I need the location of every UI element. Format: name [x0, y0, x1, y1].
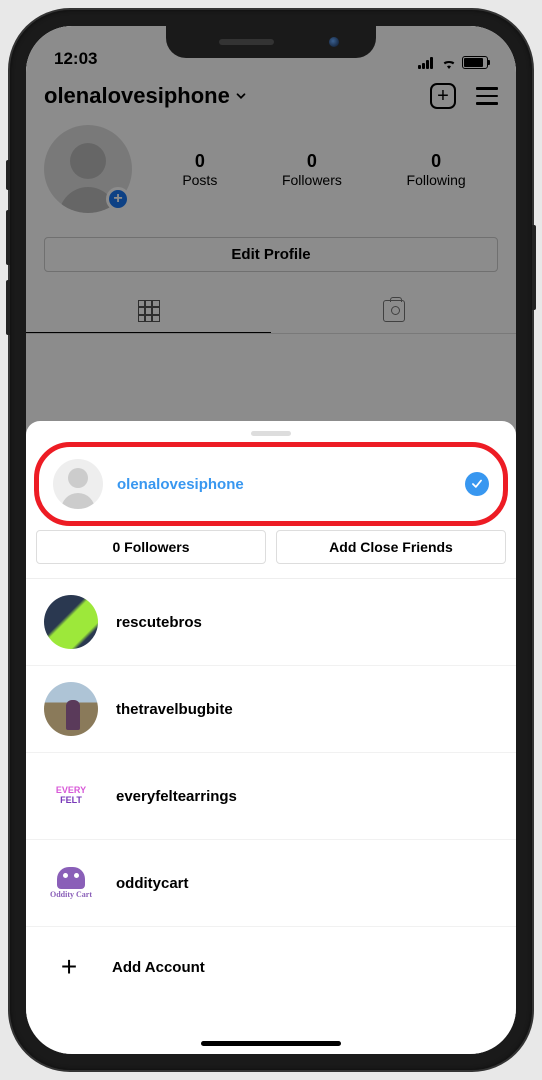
account-username: everyfeltearrings: [116, 788, 237, 805]
side-button: [532, 225, 536, 310]
front-camera: [329, 37, 339, 47]
account-avatar: [44, 682, 98, 736]
selected-account-row[interactable]: olenalovesiphone: [34, 442, 508, 526]
volume-down-button: [6, 280, 10, 335]
selected-check-icon: [465, 472, 489, 496]
notch: [166, 26, 376, 58]
account-row-everyfeltearrings[interactable]: EVERYFELT everyfeltearrings: [26, 753, 516, 840]
account-username: rescutebros: [116, 614, 202, 631]
phone-frame: 12:03 olenalovesiphone +: [10, 10, 532, 1070]
selected-account-name: olenalovesiphone: [117, 476, 451, 493]
plus-icon: +: [54, 951, 84, 983]
followers-quick-button[interactable]: 0 Followers: [36, 530, 266, 564]
account-row-odditycart[interactable]: Oddity Cart odditycart: [26, 840, 516, 927]
account-row-thetravelbugbite[interactable]: thetravelbugbite: [26, 666, 516, 753]
screen: 12:03 olenalovesiphone +: [26, 26, 516, 1054]
account-avatar: [44, 595, 98, 649]
add-account-label: Add Account: [112, 959, 205, 976]
account-row-rescutebros[interactable]: rescutebros: [26, 579, 516, 666]
speaker: [219, 39, 274, 45]
volume-up-button: [6, 210, 10, 265]
account-switcher-sheet: olenalovesiphone 0 Followers Add Close F…: [26, 421, 516, 1054]
account-avatar: EVERYFELT: [44, 769, 98, 823]
sheet-drag-handle[interactable]: [251, 431, 291, 436]
home-indicator[interactable]: [201, 1041, 341, 1046]
account-list: rescutebros thetravelbugbite EVERYFELT e…: [26, 579, 516, 927]
add-account-button[interactable]: + Add Account: [26, 927, 516, 1007]
quick-actions-row: 0 Followers Add Close Friends: [26, 526, 516, 579]
account-username: thetravelbugbite: [116, 701, 233, 718]
close-friends-quick-button[interactable]: Add Close Friends: [276, 530, 506, 564]
account-avatar: Oddity Cart: [44, 856, 98, 910]
mute-switch: [6, 160, 10, 190]
account-avatar: [53, 459, 103, 509]
account-username: odditycart: [116, 875, 189, 892]
